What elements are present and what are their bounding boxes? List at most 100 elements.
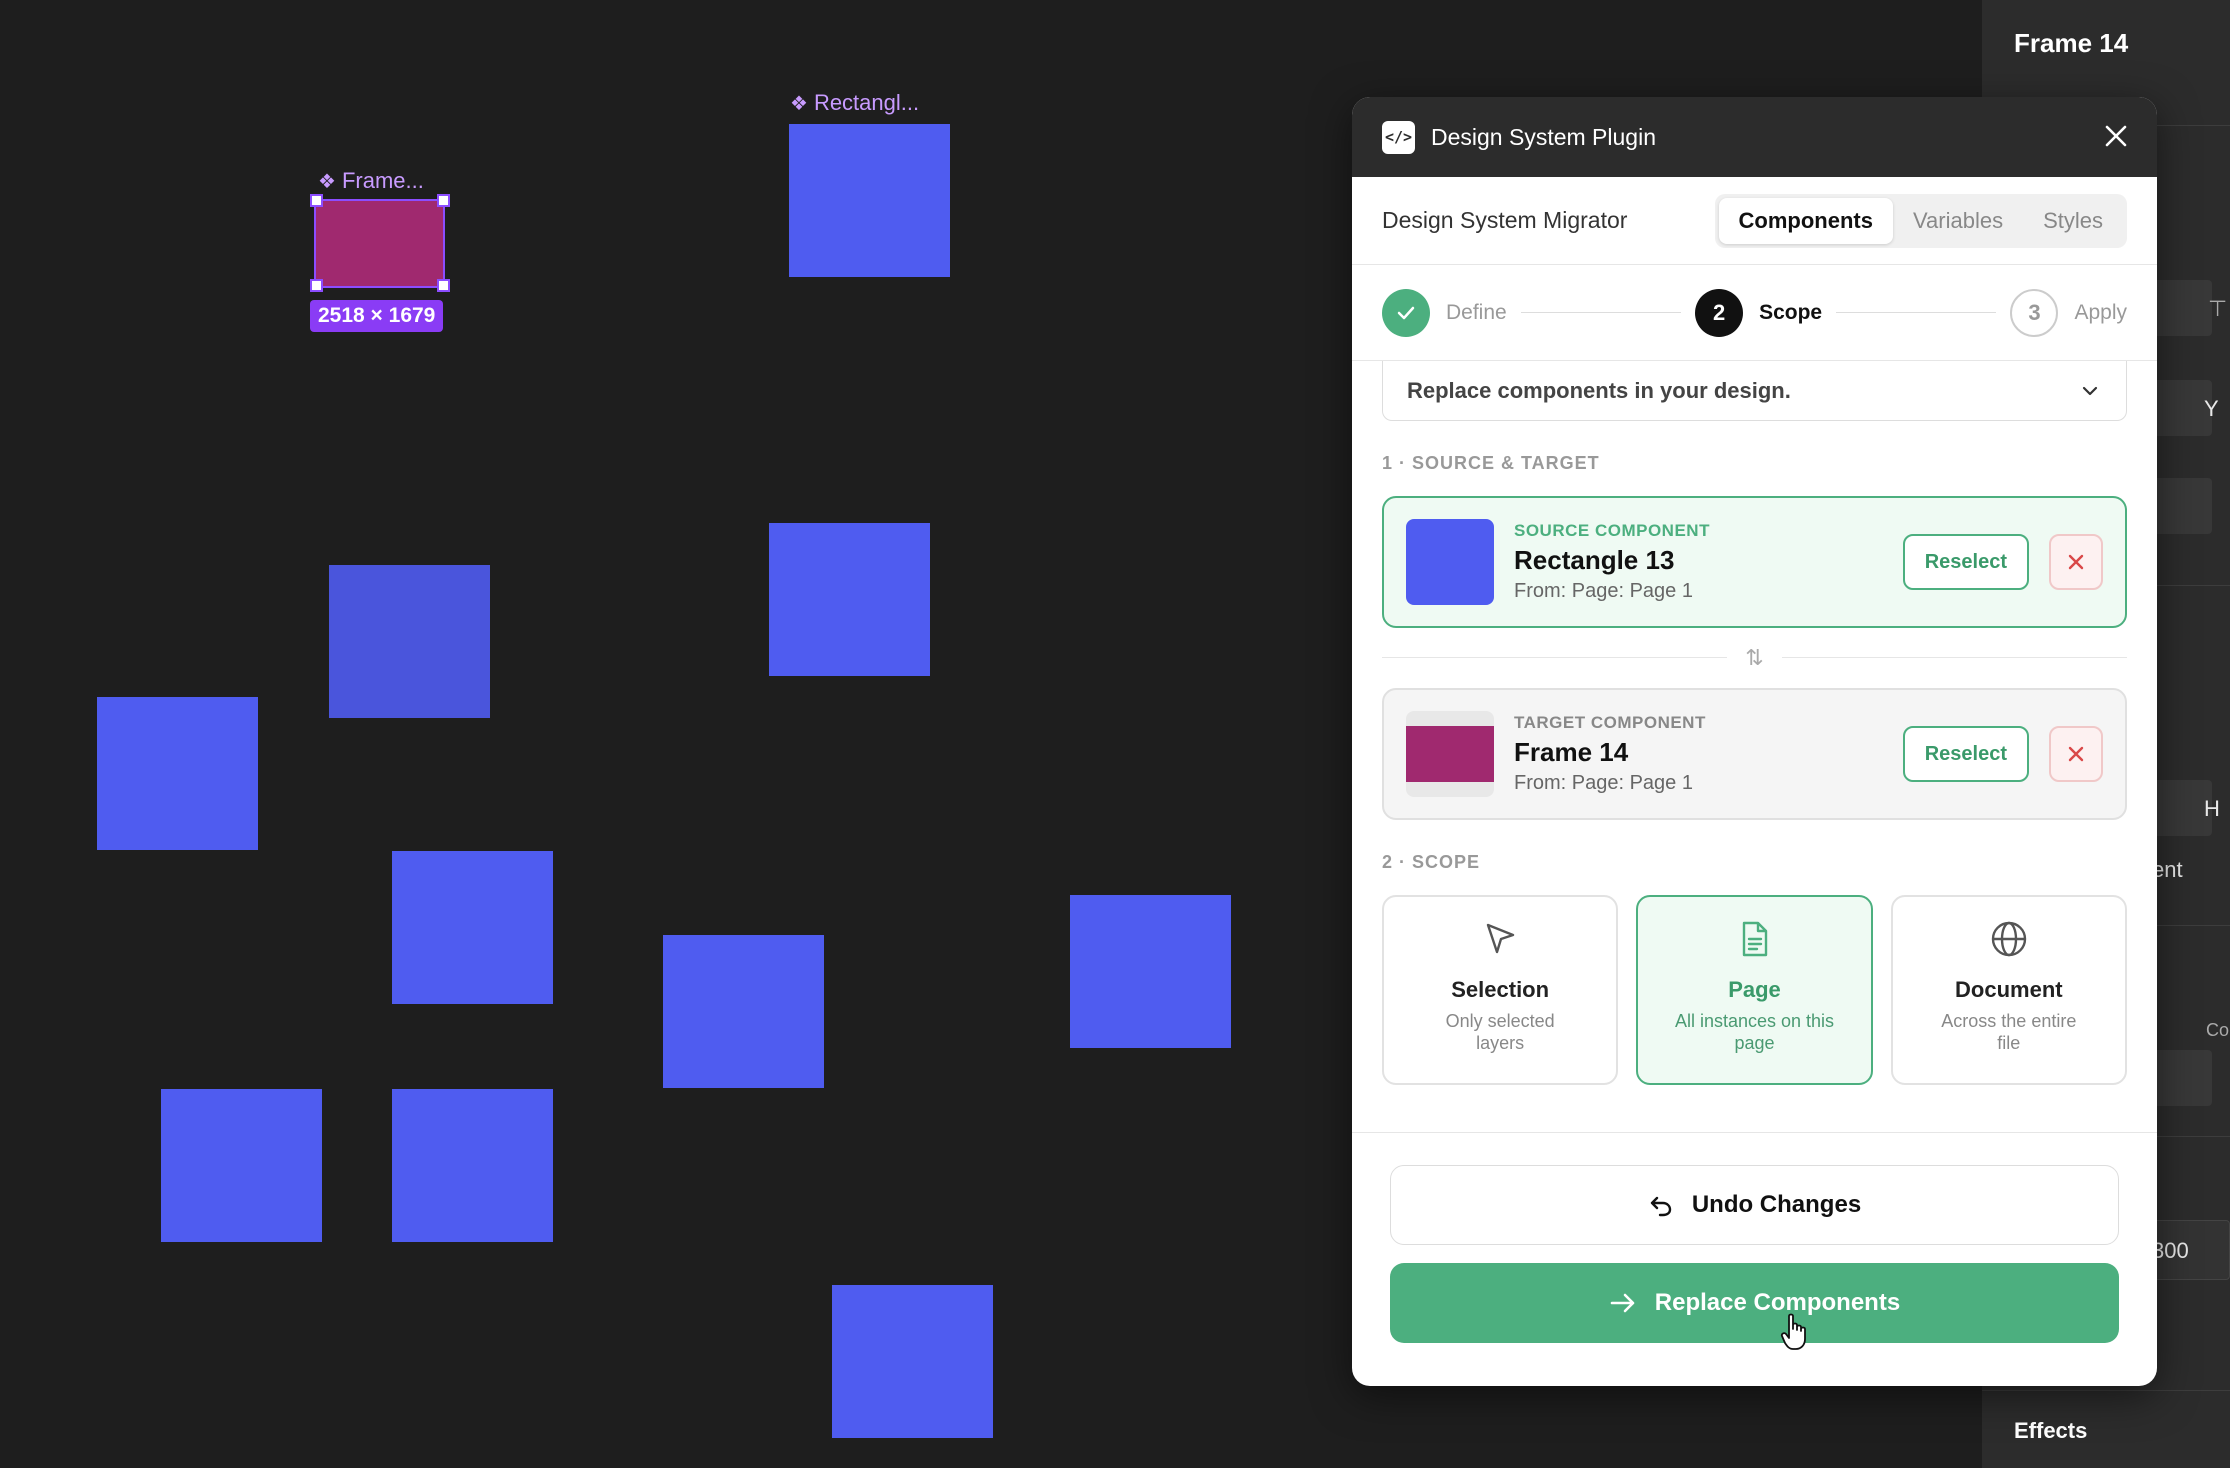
resize-handle[interactable] bbox=[310, 194, 323, 207]
rectangle-shape[interactable] bbox=[663, 935, 824, 1088]
resize-handle[interactable] bbox=[437, 279, 450, 292]
props-fragment: ⊤ bbox=[2208, 296, 2228, 321]
rectangle-shape[interactable] bbox=[392, 1089, 553, 1242]
step-number: 2 bbox=[1695, 288, 1744, 337]
source-info: SOURCE COMPONENT Rectangle 13 From: Page… bbox=[1514, 521, 1883, 603]
scope-option-selection[interactable]: Selection Only selected layers bbox=[1382, 895, 1619, 1085]
step-number: 3 bbox=[2010, 288, 2059, 337]
plugin-titlebar: </> Design System Plugin bbox=[1352, 97, 2157, 177]
step-connector bbox=[1836, 312, 1997, 313]
properties-title: Frame 14 bbox=[2014, 28, 2129, 58]
scope-option-page[interactable]: Page All instances on this page bbox=[1636, 895, 1873, 1085]
rect-component-label[interactable]: ❖ Rectangl... bbox=[790, 90, 919, 116]
resize-handle[interactable] bbox=[437, 194, 450, 207]
undo-label: Undo Changes bbox=[1691, 1191, 1862, 1218]
target-component-card: TARGET COMPONENT Frame 14 From: Page: Pa… bbox=[1382, 688, 2127, 820]
source-component-card: SOURCE COMPONENT Rectangle 13 From: Page… bbox=[1382, 496, 2127, 628]
section-label-source-target: 1 · SOURCE & TARGET bbox=[1382, 453, 1600, 473]
target-info: TARGET COMPONENT Frame 14 From: Page: Pa… bbox=[1514, 713, 1883, 795]
step-scope[interactable]: 2 Scope bbox=[1695, 288, 1823, 337]
section-label-scope: 2 · SCOPE bbox=[1382, 852, 1481, 872]
source-kicker: SOURCE COMPONENT bbox=[1514, 521, 1710, 540]
step-label: Apply bbox=[2074, 300, 2128, 324]
rectangle-shape[interactable] bbox=[161, 1089, 322, 1242]
step-label: Scope bbox=[1759, 300, 1823, 324]
rectangle-shape[interactable] bbox=[832, 1285, 993, 1438]
arrow-right-icon bbox=[1610, 1293, 1635, 1313]
frame-component-label[interactable]: ❖ Frame... bbox=[318, 168, 424, 194]
property-field[interactable] bbox=[2152, 478, 2212, 534]
h-field-label: H bbox=[2204, 796, 2220, 821]
description-dropdown[interactable]: Replace components in your design. bbox=[1382, 361, 2127, 421]
target-from: From: Page: Page 1 bbox=[1514, 772, 1693, 794]
rect-label-text: Rectangl... bbox=[813, 90, 920, 115]
target-thumbnail bbox=[1406, 711, 1494, 797]
scope-title: Selection bbox=[1451, 977, 1550, 1002]
rectangle-shape[interactable] bbox=[1070, 895, 1231, 1048]
divider bbox=[1982, 1390, 2230, 1391]
component-icon: ❖ bbox=[318, 170, 336, 193]
reselect-source-button[interactable]: Reselect bbox=[1902, 534, 2029, 590]
source-thumbnail bbox=[1406, 519, 1494, 605]
rectangle-shape[interactable] bbox=[769, 523, 930, 676]
target-name: Frame 14 bbox=[1514, 737, 1629, 767]
swap-icon[interactable]: ⇅ bbox=[1727, 645, 1782, 671]
swap-divider: ⇅ bbox=[1382, 628, 2127, 688]
selected-frame[interactable] bbox=[314, 199, 445, 288]
tab-variables[interactable]: Variables bbox=[1893, 198, 2023, 244]
property-field[interactable] bbox=[2152, 380, 2212, 436]
rectangle-shape[interactable] bbox=[97, 697, 258, 850]
globe-icon bbox=[1991, 921, 2027, 957]
effects-section-title: Effects bbox=[2014, 1418, 2088, 1443]
close-icon bbox=[2068, 554, 2084, 570]
close-icon[interactable] bbox=[2099, 119, 2133, 153]
chevron-down-icon bbox=[2082, 386, 2098, 395]
undo-changes-button[interactable]: Undo Changes bbox=[1390, 1165, 2119, 1245]
resize-handle[interactable] bbox=[310, 279, 323, 292]
app-name: Design System Migrator bbox=[1382, 207, 1628, 233]
tab-bar: Components Variables Styles bbox=[1714, 193, 2127, 248]
page-icon bbox=[1743, 921, 1768, 957]
rectangle-shape[interactable] bbox=[392, 851, 553, 1004]
close-icon bbox=[2068, 746, 2084, 762]
property-field[interactable] bbox=[2152, 280, 2212, 336]
scope-subtitle: All instances on this page bbox=[1674, 1011, 1835, 1053]
rectangle-shape[interactable] bbox=[329, 565, 490, 718]
description-text: Replace components in your design. bbox=[1407, 377, 1791, 403]
step-connector bbox=[1520, 312, 1682, 313]
step-label: Define bbox=[1446, 300, 1507, 324]
scope-options: Selection Only selected layers Page All … bbox=[1382, 895, 2127, 1085]
tab-components[interactable]: Components bbox=[1718, 197, 1893, 244]
undo-icon bbox=[1650, 1196, 1672, 1217]
target-kicker: TARGET COMPONENT bbox=[1514, 713, 1706, 732]
component-icon: ❖ bbox=[790, 92, 808, 115]
y-field-label: Y bbox=[2204, 396, 2219, 421]
plugin-window: </> Design System Plugin Design System M… bbox=[1352, 97, 2157, 1386]
props-value-fragment: 300 bbox=[2152, 1238, 2189, 1263]
scope-option-document[interactable]: Document Across the entire file bbox=[1890, 895, 2127, 1085]
cursor-icon bbox=[1486, 923, 1515, 954]
scope-title: Page bbox=[1728, 977, 1781, 1002]
property-field[interactable] bbox=[2152, 780, 2212, 836]
hand-cursor-icon bbox=[1780, 1313, 1806, 1350]
property-field[interactable] bbox=[2152, 1050, 2212, 1106]
plugin-title: Design System Plugin bbox=[1431, 123, 1656, 150]
plugin-body: Replace components in your design. 1 · S… bbox=[1352, 361, 2157, 1085]
step-apply[interactable]: 3 Apply bbox=[2010, 288, 2128, 337]
remove-target-button[interactable] bbox=[2049, 726, 2103, 782]
plugin-footer: Undo Changes Replace Components bbox=[1352, 1132, 2157, 1343]
dimension-badge: 2518 × 1679 bbox=[310, 300, 444, 332]
replace-label: Replace Components bbox=[1654, 1289, 1901, 1316]
scope-subtitle: Across the entire file bbox=[1941, 1011, 2077, 1053]
code-icon: </> bbox=[1382, 120, 1415, 154]
rectangle-shape[interactable] bbox=[789, 124, 950, 277]
scope-subtitle: Only selected layers bbox=[1445, 1011, 1555, 1053]
source-from: From: Page: Page 1 bbox=[1514, 580, 1693, 602]
replace-components-button[interactable]: Replace Components bbox=[1390, 1263, 2119, 1343]
remove-source-button[interactable] bbox=[2049, 534, 2103, 590]
step-define[interactable]: Define bbox=[1382, 288, 1507, 337]
tab-styles[interactable]: Styles bbox=[2023, 198, 2123, 244]
scope-title: Document bbox=[1955, 977, 2063, 1002]
reselect-target-button[interactable]: Reselect bbox=[1902, 726, 2029, 782]
source-name: Rectangle 13 bbox=[1514, 545, 1675, 575]
